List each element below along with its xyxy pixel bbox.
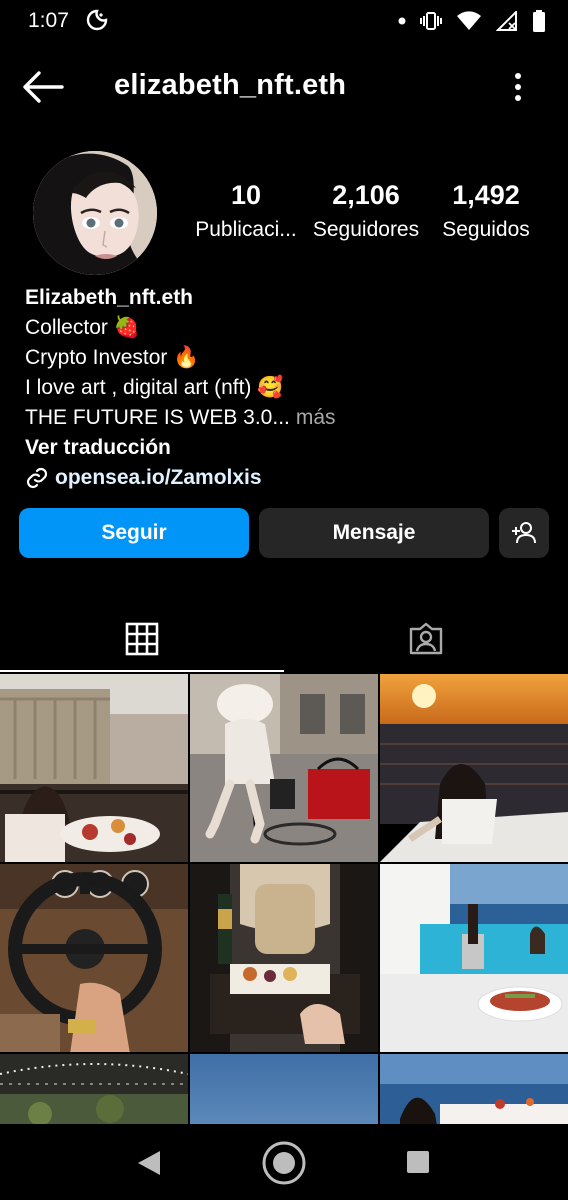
nav-back-icon[interactable] (136, 1149, 162, 1177)
stat-following[interactable]: 1,492 Seguidos (438, 180, 534, 242)
posts-grid (0, 674, 568, 1126)
vibrate-icon (420, 12, 442, 30)
do-not-disturb-moon-icon (86, 9, 108, 31)
bio-more-link[interactable]: más (296, 403, 336, 433)
posts-label: Publicaci... (195, 218, 297, 241)
tab-posts-grid[interactable] (0, 606, 284, 672)
bio-website-link[interactable]: opensea.io/Zamolxis (25, 463, 545, 493)
post-thumbnail[interactable] (0, 864, 188, 1052)
profile-bio: Elizabeth_nft.eth Collector 🍓 Crypto Inv… (25, 283, 545, 493)
photo-santorini-pool (380, 864, 568, 1052)
wifi-icon (457, 11, 481, 30)
post-thumbnail[interactable] (0, 1054, 188, 1126)
bio-display-name: Elizabeth_nft.eth (25, 286, 194, 309)
tab-tagged[interactable] (284, 606, 568, 672)
post-thumbnail[interactable] (190, 674, 378, 862)
message-button[interactable]: Mensaje (259, 508, 489, 558)
photo-blue-sky (190, 1054, 378, 1126)
followers-label: Seguidores (312, 218, 420, 241)
posts-count: 10 (230, 180, 262, 210)
photo-private-jet-champagne (190, 864, 378, 1052)
post-thumbnail[interactable] (380, 1054, 568, 1126)
active-tab-indicator (0, 670, 284, 672)
suggest-people-button[interactable] (499, 508, 549, 558)
post-thumbnail[interactable] (380, 864, 568, 1052)
avatar[interactable] (33, 151, 157, 275)
see-translation-link[interactable]: Ver traducción (25, 433, 545, 463)
cell-signal-icon (496, 11, 517, 31)
photo-night-lights (0, 1054, 188, 1126)
tagged-icon (409, 622, 443, 655)
profile-tabs (0, 606, 568, 672)
status-icons (398, 9, 546, 33)
battery-icon (533, 10, 545, 32)
back-arrow-icon[interactable] (22, 70, 64, 104)
system-navigation-bar (0, 1124, 568, 1200)
bio-line: Collector 🍓 (25, 316, 140, 339)
photo-breakfast-balcony-paris (0, 674, 188, 862)
bio-last-line: THE FUTURE IS WEB 3.0... más (25, 403, 545, 433)
more-options-icon[interactable] (506, 70, 530, 104)
photo-woman-roses-cartier-bag (190, 674, 378, 862)
nav-home-icon[interactable] (261, 1140, 307, 1186)
bio-line: Crypto Investor 🔥 (25, 346, 200, 369)
avatar-portrait-image (33, 151, 157, 275)
notification-dot-icon (398, 17, 406, 25)
link-icon (26, 467, 48, 489)
stat-posts[interactable]: 10 Publicaci... (188, 180, 304, 242)
photo-rolls-royce-steering-wheel (0, 864, 188, 1052)
page-title: elizabeth_nft.eth (114, 69, 347, 101)
post-thumbnail[interactable] (190, 1054, 378, 1126)
profile-header: elizabeth_nft.eth (0, 56, 568, 116)
nav-recents-icon[interactable] (406, 1150, 430, 1174)
status-bar: 1:07 (0, 0, 568, 44)
photo-sea-view (380, 1054, 568, 1126)
post-thumbnail[interactable] (190, 864, 378, 1052)
bio-line: I love art , digital art (nft) 🥰 (25, 376, 284, 399)
website-url: opensea.io/Zamolxis (55, 466, 262, 489)
following-label: Seguidos (442, 218, 530, 241)
post-thumbnail[interactable] (0, 674, 188, 862)
following-count: 1,492 (452, 180, 520, 210)
bio-line: THE FUTURE IS WEB 3.0... (25, 406, 290, 429)
profile-stats: 10 Publicaci... 2,106 Seguidores 1,492 S… (188, 180, 548, 250)
add-person-icon (512, 522, 536, 544)
status-time: 1:07 (28, 9, 69, 32)
follow-button[interactable]: Seguir (19, 508, 249, 558)
post-thumbnail[interactable] (380, 674, 568, 862)
stat-followers[interactable]: 2,106 Seguidores (310, 180, 422, 242)
grid-icon (125, 622, 159, 656)
photo-sunset-yacht (380, 674, 568, 862)
followers-count: 2,106 (332, 180, 400, 210)
